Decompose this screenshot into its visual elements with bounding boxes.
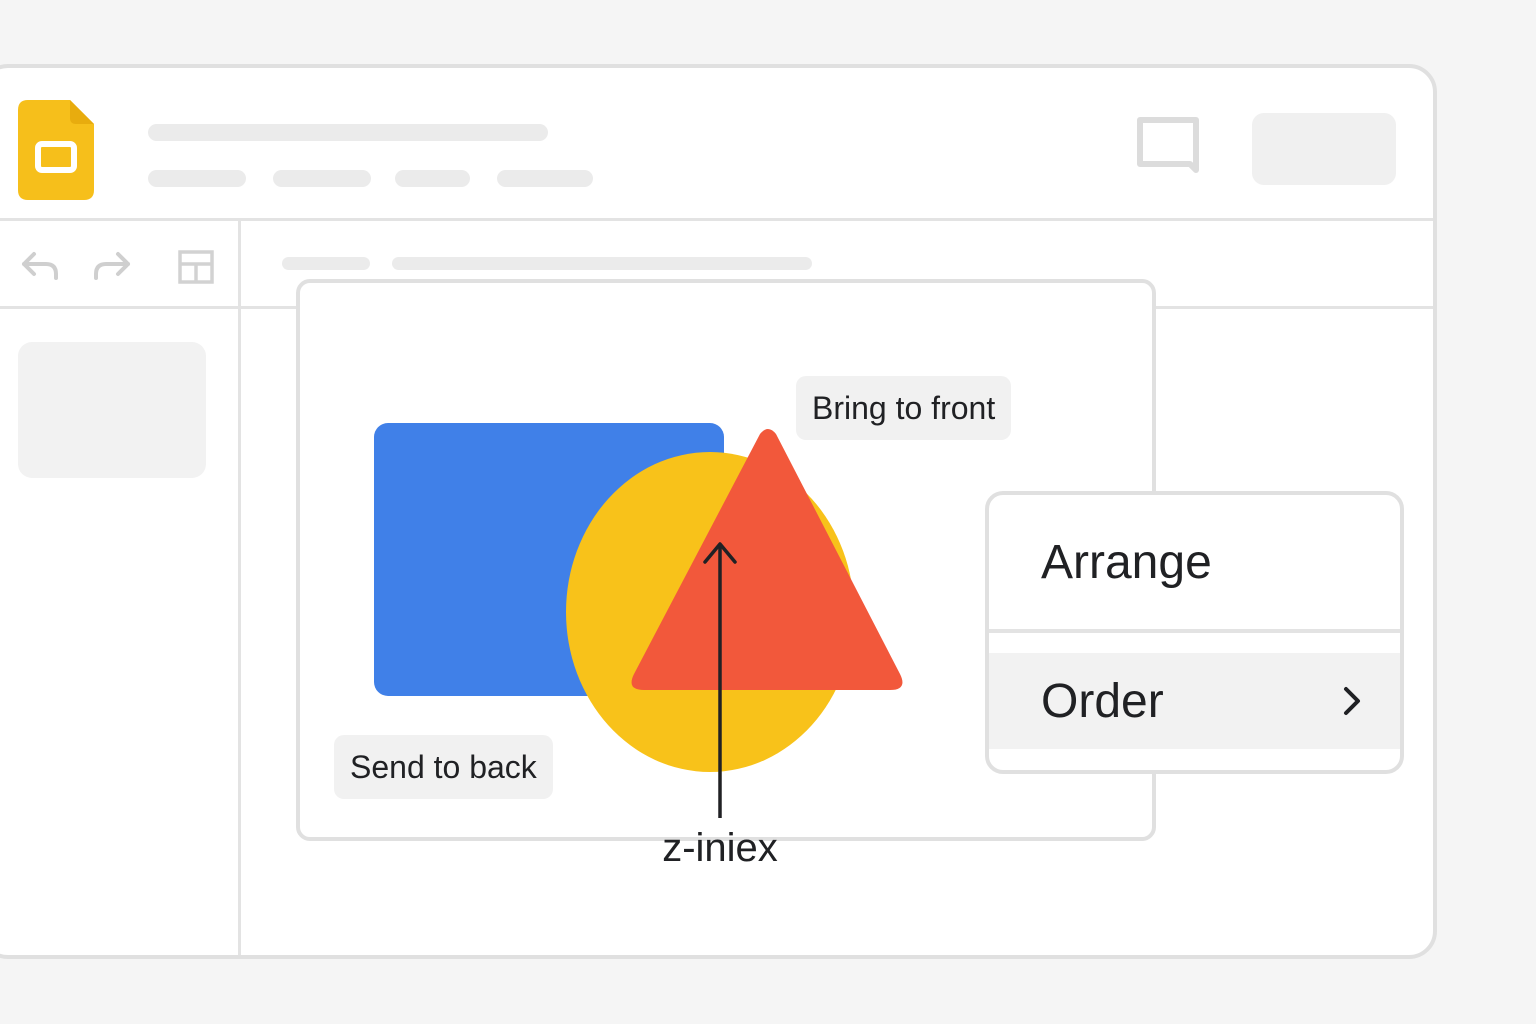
menu-divider bbox=[989, 629, 1400, 633]
bring-to-front-label: Bring to front bbox=[796, 376, 1012, 440]
send-to-back-label: Send to back bbox=[334, 735, 553, 799]
chevron-right-icon bbox=[1344, 687, 1360, 715]
context-menu: Arrange Order bbox=[985, 491, 1404, 774]
menu-item-order-label: Order bbox=[1041, 674, 1164, 728]
menu-item-arrange[interactable]: Arrange bbox=[989, 495, 1400, 629]
z-index-label: z-iniex bbox=[662, 826, 778, 870]
menu-item-order[interactable]: Order bbox=[989, 653, 1400, 749]
menu-item-arrange-label: Arrange bbox=[1041, 535, 1212, 589]
